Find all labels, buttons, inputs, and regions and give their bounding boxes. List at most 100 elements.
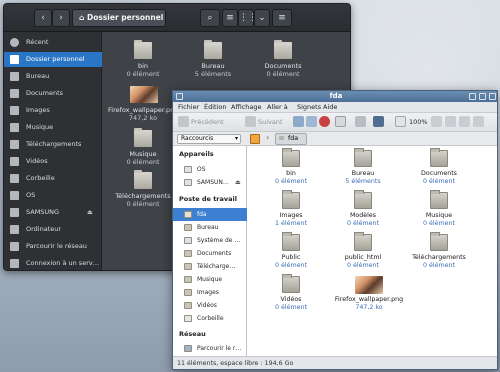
sidebar-item-home[interactable]: Dossier personnel [4,52,102,67]
icon-view-icon[interactable] [459,116,470,127]
sidebar-item-label: Corbeille [26,174,55,182]
zoom-in-icon[interactable] [431,116,442,127]
file-view: bin 0 élément Bureau 5 éléments Documents 0… [247,146,497,356]
folder-icon [354,148,372,167]
sidebar-item-label: SAMSUN… [197,179,229,186]
file-item[interactable]: public_html 0 élément [333,232,393,276]
sidebar-item-label: Documents [26,89,64,97]
file-item[interactable]: Firefox_wallpaper.png 747,2 ko [108,86,178,134]
grid-view-button[interactable]: ⋮⋮ [238,9,257,27]
download-icon [10,140,19,149]
file-item[interactable]: Documents 0 élément [248,40,318,90]
forward-button[interactable]: Suivant [258,116,283,128]
forward-button[interactable]: › [52,9,70,27]
search-icon: ⌕ [207,13,213,23]
file-item[interactable]: bin 0 élément [261,148,321,192]
minimize-icon[interactable] [469,93,476,100]
sidebar-item-samsung[interactable]: SAMSUN… ⏏ [173,176,247,189]
zoom-out-icon[interactable] [445,116,456,127]
menu-button[interactable]: ≡ [272,9,292,27]
file-item[interactable]: Téléchargements 0 élément [108,170,178,220]
sidebar-item-label: OS [26,191,36,199]
zoom-icon[interactable] [395,116,406,127]
sidebar-item-music[interactable]: Musique [4,120,102,135]
search-button[interactable]: ⌕ [200,9,220,27]
sidebar-item-videos[interactable]: Vidéos [173,299,247,312]
sidebar-item-downloads[interactable]: Téléchargements [4,137,102,152]
file-item[interactable]: bin 0 élément [108,40,178,90]
menu-item-help[interactable]: Aide [323,102,337,113]
edit-path-icon[interactable] [250,134,260,144]
menu-item-view[interactable]: Affichage [231,102,262,113]
breadcrumb-current[interactable]: fda [275,133,307,145]
computer-icon[interactable] [373,116,384,127]
sidebar-item-videos[interactable]: Vidéos [4,154,102,169]
window-titlebar[interactable]: fda [173,91,497,102]
sidebar-item-os[interactable]: OS [173,163,247,176]
view-options-button[interactable]: ⌄ [254,9,270,27]
sidebar-item-images[interactable]: Images [173,286,247,299]
menu-item-file[interactable]: Fichier [178,102,199,113]
menu-item-go[interactable]: Aller à [267,102,288,113]
sidebar-item-filesystem[interactable]: Système de … [173,234,247,247]
menu-item-bookmarks[interactable]: Signets [297,102,321,113]
sidebar-item-label: Connexion à un serv… [26,259,100,267]
sidebar-item-documents[interactable]: Documents [173,247,247,260]
sidebar-item-images[interactable]: Images [4,103,102,118]
side-pane-mode-select[interactable]: Raccourcis ▾ [177,134,241,144]
back-button[interactable]: ‹ [34,9,52,27]
chevron-left-icon[interactable]: ‹ [266,133,269,142]
sidebar-item-trash[interactable]: Corbeille [173,312,247,325]
file-item[interactable]: Musique 0 élément [409,190,469,234]
file-item[interactable]: Vidéos 0 élément [261,274,321,318]
section-network: Réseau [179,330,206,338]
maximize-icon[interactable] [479,93,486,100]
sidebar-item-downloads[interactable]: Télécharge… [173,260,247,273]
file-item[interactable]: Firefox_wallpaper.png 747,2 ko [333,274,405,318]
sidebar-item-desktop[interactable]: Bureau [173,221,247,234]
music-icon [10,123,19,132]
eject-icon[interactable]: ⏏ [235,176,241,189]
file-item[interactable]: Public 0 élément [261,232,321,276]
menu-bar: Fichier Édition Affichage Aller à Signet… [173,102,497,113]
sidebar-item-recent[interactable]: Récent [4,35,102,50]
file-info: 0 élément [275,178,307,185]
sidebar-item-os[interactable]: OS [4,188,102,203]
file-item[interactable]: Documents 0 élément [409,148,469,192]
sidebar-item-trash[interactable]: Corbeille [4,171,102,186]
file-item[interactable]: Modèles 0 élément [333,190,393,234]
sidebar-item-documents[interactable]: Documents [4,86,102,101]
sidebar-item-desktop[interactable]: Bureau [4,69,102,84]
back-button[interactable]: Précédent [191,116,224,128]
sidebar-item-label: Ordinateur [26,225,62,233]
list-view-button[interactable]: ≡ [222,9,238,27]
home-folder-icon [184,211,192,218]
terminal-icon[interactable] [355,116,366,127]
file-item[interactable]: Bureau 5 éléments [333,148,393,192]
file-name: Bureau [351,170,375,177]
sidebar-item-label: Vidéos [197,302,217,309]
file-item[interactable]: Images 1 élément [261,190,321,234]
list-view-icon[interactable] [473,116,484,127]
file-item[interactable]: Téléchargements 0 élément [409,232,469,276]
sidebar-item-browse-network[interactable]: Parcourir le r… [173,342,247,355]
sidebar-item-computer[interactable]: Ordinateur [4,222,102,237]
window-menu-icon[interactable] [176,93,183,100]
file-item[interactable]: Bureau 5 éléments [178,40,248,90]
folder-icon [282,190,300,209]
sidebar-item-browse-network[interactable]: Parcourir le réseau [4,239,102,254]
sidebar-item-label: Parcourir le r… [197,345,242,352]
sidebar-item-connect-server[interactable]: Connexion à un serv… [4,256,102,270]
stop-icon[interactable] [319,116,330,127]
sidebar-item-samsung[interactable]: SAMSUNG ⏏ [4,205,102,220]
file-item[interactable]: Musique 0 élément [108,128,178,178]
menu-item-edit[interactable]: Édition [204,102,227,113]
sidebar-item-fda[interactable]: fda [173,208,247,221]
sidebar-item-music[interactable]: Musique [173,273,247,286]
up-arrow-icon[interactable] [293,116,304,127]
close-icon[interactable] [489,93,496,100]
home-icon[interactable] [306,116,317,127]
path-bar-home[interactable]: ⌂ Dossier personnel [72,9,166,27]
new-tab-icon[interactable] [335,116,346,127]
eject-icon[interactable]: ⏏ [87,205,93,220]
